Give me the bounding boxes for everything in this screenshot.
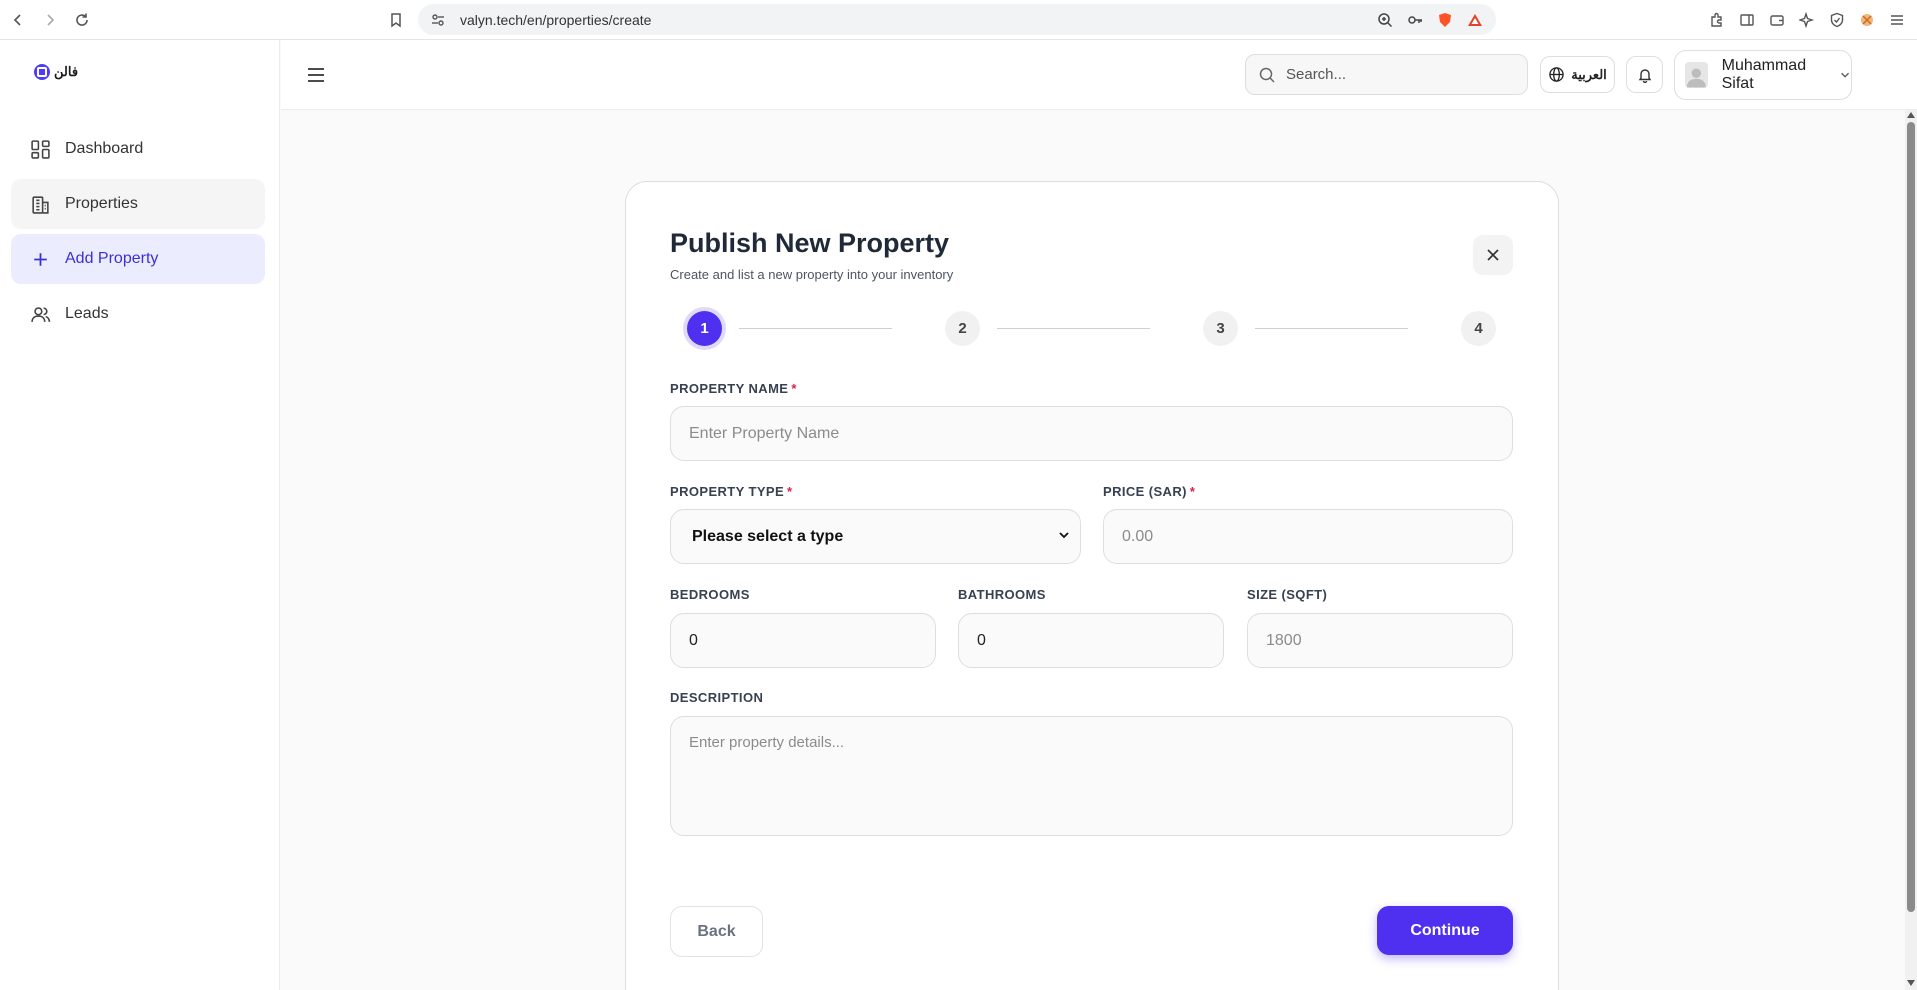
step-connector — [739, 328, 892, 329]
bedrooms-label: BEDROOMS — [670, 587, 750, 602]
price-label: PRICE (SAR) * — [1103, 484, 1196, 499]
app-logo[interactable]: فالن — [34, 64, 78, 80]
size-input[interactable] — [1247, 613, 1513, 668]
language-label: العربية — [1571, 66, 1607, 82]
search-input[interactable] — [1286, 66, 1506, 83]
profile-extension-icon[interactable] — [1855, 6, 1879, 34]
building-icon — [29, 193, 51, 215]
property-type-select[interactable]: Please select a type — [670, 509, 1081, 564]
reload-icon[interactable] — [68, 6, 96, 34]
address-bar[interactable]: valyn.tech/en/properties/create — [418, 4, 1496, 35]
sidebar-item-label: Leads — [65, 305, 109, 322]
step-indicator: 1 2 3 4 — [670, 305, 1513, 349]
property-type-selected: Please select a type — [692, 527, 844, 545]
page-subtitle: Create and list a new property into your… — [670, 267, 954, 282]
language-switch-button[interactable]: العربية — [1540, 56, 1615, 93]
sidebar-item-properties[interactable]: Properties — [11, 179, 265, 229]
step-4: 4 — [1461, 311, 1496, 346]
step-connector — [997, 328, 1150, 329]
site-settings-icon[interactable] — [428, 10, 448, 30]
step-3: 3 — [1203, 311, 1238, 346]
dashboard-icon — [29, 138, 51, 160]
user-menu-button[interactable]: Muhammad Sifat — [1674, 50, 1852, 100]
logo-mark-icon — [34, 64, 50, 80]
description-label: DESCRIPTION — [670, 690, 764, 705]
page-title: Publish New Property — [670, 228, 950, 258]
property-type-label: PROPERTY TYPE * — [670, 484, 793, 499]
address-url[interactable]: valyn.tech/en/properties/create — [460, 12, 651, 28]
key-icon[interactable] — [1404, 9, 1426, 31]
brave-shield-icon[interactable] — [1434, 9, 1456, 31]
top-header: العربية Muhammad Sifat — [281, 40, 1917, 110]
zoom-icon[interactable] — [1374, 9, 1396, 31]
sidebar-item-label: Add Property — [65, 250, 159, 267]
scroll-up-arrow-icon[interactable] — [1907, 112, 1915, 118]
sidebar-nav: Dashboard Properties Add Property Leads — [11, 124, 265, 344]
avatar — [1685, 62, 1708, 88]
sidebar-item-add-property[interactable]: Add Property — [11, 234, 265, 284]
continue-button[interactable]: Continue — [1377, 906, 1513, 955]
publish-property-card: Publish New Property Create and list a n… — [625, 181, 1559, 990]
brave-rewards-icon[interactable] — [1464, 9, 1486, 31]
leo-ai-icon[interactable] — [1795, 6, 1819, 34]
scroll-down-arrow-icon[interactable] — [1907, 980, 1915, 986]
sidebar: فالن Dashboard Properties Add Property L… — [0, 40, 280, 990]
browser-toolbar: valyn.tech/en/properties/create — [0, 0, 1917, 40]
user-name: Muhammad Sifat — [1721, 57, 1807, 92]
search-box[interactable] — [1245, 54, 1528, 95]
bell-icon — [1638, 68, 1651, 83]
bedrooms-input[interactable] — [670, 613, 936, 668]
step-2: 2 — [945, 311, 980, 346]
description-textarea[interactable] — [670, 716, 1513, 836]
logo-text: فالن — [54, 64, 79, 79]
back-arrow-icon[interactable] — [4, 6, 32, 34]
hamburger-menu-icon[interactable] — [305, 64, 327, 86]
price-input[interactable] — [1103, 509, 1513, 564]
step-1: 1 — [687, 311, 722, 346]
scroll-thumb[interactable] — [1907, 122, 1915, 912]
notifications-button[interactable] — [1626, 56, 1663, 93]
close-button[interactable] — [1473, 235, 1513, 275]
step-connector — [1255, 328, 1408, 329]
browser-menu-icon[interactable] — [1885, 6, 1909, 34]
sidebar-item-dashboard[interactable]: Dashboard — [11, 124, 265, 174]
user-avatar-icon — [1686, 68, 1706, 88]
back-button[interactable]: Back — [670, 906, 763, 957]
property-name-input[interactable] — [670, 406, 1513, 461]
globe-icon — [1549, 67, 1565, 82]
extensions-icon[interactable] — [1705, 6, 1729, 34]
plus-icon — [29, 248, 51, 270]
sidebar-item-leads[interactable]: Leads — [11, 289, 265, 339]
sidebar-item-label: Properties — [65, 195, 138, 212]
bathrooms-label: BATHROOMS — [958, 587, 1046, 602]
wallet-icon[interactable] — [1765, 6, 1789, 34]
forward-arrow-icon[interactable] — [36, 6, 64, 34]
chevron-down-icon — [1059, 532, 1069, 539]
size-label: SIZE (SQFT) — [1247, 587, 1328, 602]
vpn-shield-icon[interactable] — [1825, 6, 1849, 34]
sidebar-toggle-icon[interactable] — [1735, 6, 1759, 34]
property-name-label: PROPERTY NAME * — [670, 381, 797, 396]
close-icon — [1487, 249, 1499, 261]
page-scrollbar[interactable] — [1905, 110, 1917, 990]
users-icon — [29, 303, 51, 325]
bookmark-icon[interactable] — [382, 6, 410, 34]
bathrooms-input[interactable] — [958, 613, 1224, 668]
sidebar-item-label: Dashboard — [65, 140, 144, 157]
chevron-down-icon — [1840, 72, 1849, 78]
search-icon — [1258, 66, 1276, 84]
